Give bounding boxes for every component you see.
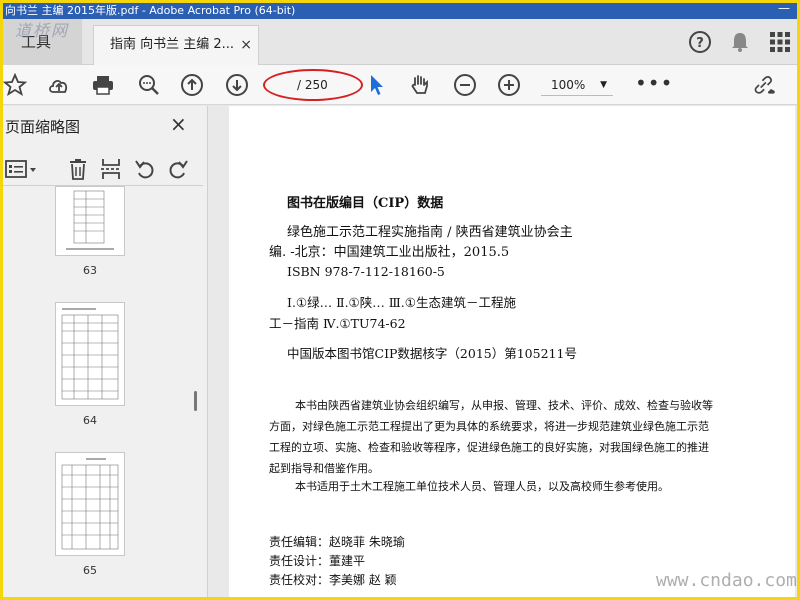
classification-line: 工－指南 Ⅳ.①TU74-62 — [269, 316, 406, 331]
summary-line: 本书由陕西省建筑业协会组织编写，从申报、管理、技术、评价、成效、检查与验收等 — [295, 399, 713, 412]
thumbnail-label: 63 — [83, 264, 97, 277]
document-page: 图书在版编目（CIP）数据 绿色施工示范工程实施指南 / 陕西省建筑业协会主 编… — [229, 106, 795, 597]
credit-line: 责任校对：李美娜 赵 颖 — [269, 573, 397, 587]
thumbnail-label: 65 — [83, 564, 97, 577]
print-icon[interactable] — [91, 73, 115, 97]
close-tab-icon[interactable]: × — [240, 26, 252, 64]
hand-tool-icon[interactable] — [408, 73, 432, 97]
acrobat-window: 向书兰 主编 2015年版.pdf - Adobe Acrobat Pro (6… — [3, 3, 797, 597]
thumbnail-list: 63 64 65 — [3, 186, 203, 597]
zoom-dropdown[interactable]: 100% ▼ — [541, 74, 613, 96]
search-zoom-icon[interactable] — [137, 73, 161, 97]
page-preview-63 — [66, 190, 114, 250]
zoom-out-icon[interactable] — [453, 73, 477, 97]
zoom-in-icon[interactable] — [497, 73, 521, 97]
classification-line: Ⅰ.①绿… Ⅱ.①陕… Ⅲ.①生态建筑－工程施 — [287, 295, 516, 310]
document-viewport: 图书在版编目（CIP）数据 绿色施工示范工程实施指南 / 陕西省建筑业协会主 编… — [209, 106, 797, 597]
document-tab-label: 指南 向书兰 主编 2... — [110, 37, 235, 52]
help-icon[interactable]: ? — [687, 29, 713, 55]
highlight-oval — [263, 69, 363, 101]
page-extract-icon[interactable] — [100, 158, 122, 180]
summary-line: 本书适用于土木工程施工单位技术人员、管理人员，以及高校师生参考使用。 — [295, 480, 669, 493]
page-preview-65 — [61, 458, 119, 550]
credit-line: 责任编辑：赵晓菲 朱晓瑜 — [269, 535, 405, 549]
isbn-line: ISBN 978-7-112-18160-5 — [287, 264, 445, 279]
summary-line: 起到指导和借鉴作用。 — [269, 462, 379, 475]
rotate-right-icon[interactable] — [167, 158, 189, 180]
rotate-left-icon[interactable] — [134, 158, 156, 180]
credit-line: 责任设计：董建平 — [269, 554, 366, 568]
thumbnail-page-65[interactable] — [55, 452, 125, 556]
minimize-button[interactable]: — — [773, 3, 795, 17]
cip-line: 绿色施工示范工程实施指南 / 陕西省建筑业协会主 — [287, 225, 573, 240]
toolbar: / 250 100% ▼ ••• — [3, 65, 797, 105]
summary-line: 方面，对绿色施工示范工程提出了更为具体的系统要求，将进一步规范建筑业绿色施工示范 — [269, 420, 709, 433]
tab-document[interactable]: 指南 向书兰 主编 2... × — [93, 25, 259, 65]
watermark-bottom: www.cndao.com — [656, 570, 797, 591]
delete-icon[interactable] — [67, 158, 89, 180]
close-panel-icon[interactable]: × — [170, 112, 187, 136]
panel-title: 页面缩略图 — [5, 118, 81, 136]
thumbnail-page-64[interactable] — [55, 302, 125, 406]
watermark-top: 道桥网 — [15, 21, 70, 40]
svg-text:?: ? — [696, 36, 704, 51]
cip-heading: 图书在版编目（CIP）数据 — [287, 196, 444, 211]
cip-line: 编. -北京：中国建筑工业出版社，2015.5 — [269, 245, 510, 260]
bell-icon[interactable] — [727, 29, 753, 55]
page-preview-64 — [61, 308, 119, 400]
cip-number-line: 中国版本图书馆CIP数据核字（2015）第105211号 — [287, 346, 577, 361]
share-link-icon[interactable] — [753, 73, 777, 97]
panel-scrollbar-thumb[interactable] — [194, 391, 197, 411]
panel-toolbar — [3, 152, 203, 186]
thumbnail-label: 64 — [83, 414, 97, 427]
summary-line: 工程的立项、实施、检查和验收等程序，促进绿色施工的良好实施，对我国绿色施工的推进 — [269, 441, 709, 454]
upload-cloud-icon[interactable] — [47, 73, 71, 97]
apps-grid-icon[interactable] — [767, 29, 793, 55]
star-icon[interactable] — [3, 73, 27, 97]
previous-page-icon[interactable] — [180, 73, 204, 97]
title-bar: 向书兰 主编 2015年版.pdf - Adobe Acrobat Pro (6… — [3, 3, 797, 19]
zoom-value: 100% — [551, 78, 586, 92]
thumbnail-page-63[interactable] — [55, 186, 125, 256]
thumbnails-panel: 页面缩略图 × 63 64 65 — [3, 106, 208, 597]
more-tools-icon[interactable]: ••• — [635, 71, 673, 95]
next-page-icon[interactable] — [225, 73, 249, 97]
select-cursor-icon[interactable] — [365, 73, 389, 97]
window-title: 向书兰 主编 2015年版.pdf - Adobe Acrobat Pro (6… — [5, 4, 296, 17]
tab-bar: 工具 道桥网 指南 向书兰 主编 2... × ? — [3, 19, 797, 65]
options-menu-icon[interactable] — [5, 158, 39, 180]
chevron-down-icon: ▼ — [600, 80, 607, 90]
